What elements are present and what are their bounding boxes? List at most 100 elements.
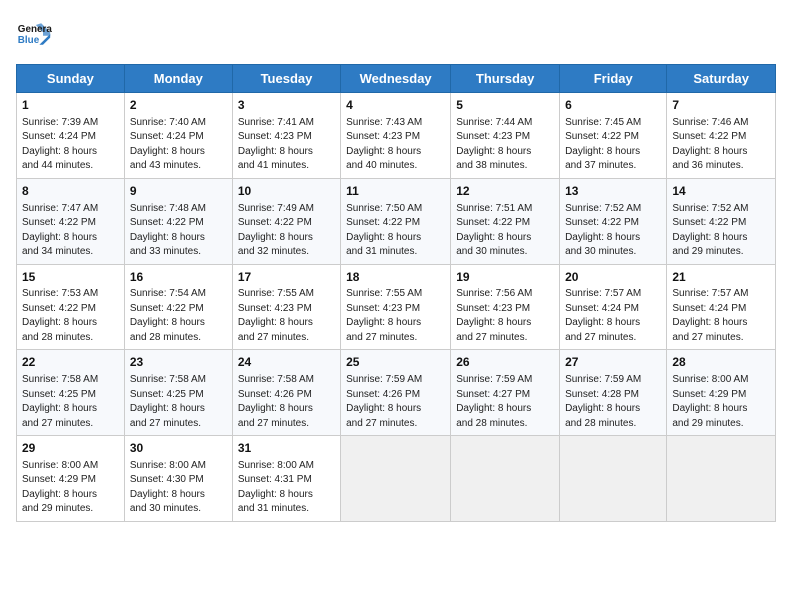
- day-number: 3: [238, 97, 335, 114]
- calendar-day-cell: 23 Sunrise: 7:58 AM Sunset: 4:25 PM Dayli…: [124, 350, 232, 436]
- day-number: 14: [672, 183, 770, 200]
- calendar-day-cell: 9Sunrise: 7:48 AM Sunset: 4:22 PM Daylig…: [124, 178, 232, 264]
- day-number: 18: [346, 269, 445, 286]
- day-number: 26: [456, 354, 554, 371]
- day-number: 23: [130, 354, 227, 371]
- logo-icon: General Blue: [16, 16, 52, 52]
- svg-text:Blue: Blue: [18, 35, 40, 46]
- day-number: 9: [130, 183, 227, 200]
- day-number: 5: [456, 97, 554, 114]
- calendar-day-cell: 5 Sunrise: 7:44 AM Sunset: 4:23 PM Daylig…: [451, 93, 560, 179]
- day-info: Sunrise: 7:52 AM Sunset: 4:22 PM Dayligh…: [672, 202, 770, 260]
- day-number: 12: [456, 183, 554, 200]
- day-number: 6: [565, 97, 661, 114]
- calendar-day-cell: 21Sunrise: 7:57 AM Sunset: 4:24 PM Dayli…: [667, 264, 776, 350]
- calendar-day-cell: 24 Sunrise: 7:58 AM Sunset: 4:26 PM Dayli…: [232, 350, 340, 436]
- day-info: Sunrise: 8:00 AM Sunset: 4:29 PM Dayligh…: [22, 459, 119, 517]
- calendar-day-cell: 2 Sunrise: 7:40 AM Sunset: 4:24 PM Daylig…: [124, 93, 232, 179]
- day-header-saturday: Saturday: [667, 65, 776, 93]
- day-header-sunday: Sunday: [17, 65, 125, 93]
- day-number: 10: [238, 183, 335, 200]
- day-header-friday: Friday: [560, 65, 667, 93]
- day-info: Sunrise: 7:53 AM Sunset: 4:22 PM Dayligh…: [22, 287, 119, 345]
- day-number: 28: [672, 354, 770, 371]
- day-number: 15: [22, 269, 119, 286]
- day-info: Sunrise: 7:59 AM Sunset: 4:26 PM Dayligh…: [346, 373, 445, 431]
- calendar-day-cell: 4 Sunrise: 7:43 AM Sunset: 4:23 PM Daylig…: [341, 93, 451, 179]
- calendar-week-row: 8 Sunrise: 7:47 AM Sunset: 4:22 PM Daylig…: [17, 178, 776, 264]
- day-info: Sunrise: 7:59 AM Sunset: 4:27 PM Dayligh…: [456, 373, 554, 431]
- day-number: 25: [346, 354, 445, 371]
- day-info: Sunrise: 7:55 AM Sunset: 4:23 PM Dayligh…: [346, 287, 445, 345]
- day-info: Sunrise: 7:54 AM Sunset: 4:22 PM Dayligh…: [130, 287, 227, 345]
- day-info: Sunrise: 7:51 AM Sunset: 4:22 PM Dayligh…: [456, 202, 554, 260]
- day-info: Sunrise: 7:58 AM Sunset: 4:25 PM Dayligh…: [22, 373, 119, 431]
- day-info: Sunrise: 7:57 AM Sunset: 4:24 PM Dayligh…: [672, 287, 770, 345]
- day-number: 24: [238, 354, 335, 371]
- calendar-day-cell: 19Sunrise: 7:56 AM Sunset: 4:23 PM Dayli…: [451, 264, 560, 350]
- day-number: 22: [22, 354, 119, 371]
- calendar-day-cell: 8 Sunrise: 7:47 AM Sunset: 4:22 PM Daylig…: [17, 178, 125, 264]
- day-info: Sunrise: 7:58 AM Sunset: 4:26 PM Dayligh…: [238, 373, 335, 431]
- calendar-day-cell: 13Sunrise: 7:52 AM Sunset: 4:22 PM Dayli…: [560, 178, 667, 264]
- calendar-day-cell: [667, 436, 776, 522]
- svg-text:General: General: [18, 24, 52, 35]
- day-header-tuesday: Tuesday: [232, 65, 340, 93]
- calendar-day-cell: [451, 436, 560, 522]
- calendar-day-cell: 27Sunrise: 7:59 AM Sunset: 4:28 PM Dayli…: [560, 350, 667, 436]
- calendar-day-cell: [560, 436, 667, 522]
- day-number: 20: [565, 269, 661, 286]
- calendar-day-cell: 14 Sunrise: 7:52 AM Sunset: 4:22 PM Dayli…: [667, 178, 776, 264]
- day-info: Sunrise: 8:00 AM Sunset: 4:29 PM Dayligh…: [672, 373, 770, 431]
- day-number: 4: [346, 97, 445, 114]
- calendar-day-cell: 1 Sunrise: 7:39 AM Sunset: 4:24 PM Daylig…: [17, 93, 125, 179]
- calendar-day-cell: 6 Sunrise: 7:45 AM Sunset: 4:22 PM Daylig…: [560, 93, 667, 179]
- calendar-day-cell: [341, 436, 451, 522]
- calendar-day-cell: 25 Sunrise: 7:59 AM Sunset: 4:26 PM Dayli…: [341, 350, 451, 436]
- day-info: Sunrise: 7:56 AM Sunset: 4:23 PM Dayligh…: [456, 287, 554, 345]
- day-info: Sunrise: 7:55 AM Sunset: 4:23 PM Dayligh…: [238, 287, 335, 345]
- calendar-table: SundayMondayTuesdayWednesdayThursdayFrid…: [16, 64, 776, 522]
- day-number: 2: [130, 97, 227, 114]
- day-info: Sunrise: 7:50 AM Sunset: 4:22 PM Dayligh…: [346, 202, 445, 260]
- day-info: Sunrise: 7:46 AM Sunset: 4:22 PM Dayligh…: [672, 116, 770, 174]
- calendar-day-cell: 11 Sunrise: 7:50 AM Sunset: 4:22 PM Dayli…: [341, 178, 451, 264]
- day-info: Sunrise: 7:52 AM Sunset: 4:22 PM Dayligh…: [565, 202, 661, 260]
- calendar-day-cell: 10 Sunrise: 7:49 AM Sunset: 4:22 PM Dayli…: [232, 178, 340, 264]
- calendar-day-cell: 22 Sunrise: 7:58 AM Sunset: 4:25 PM Dayli…: [17, 350, 125, 436]
- day-number: 8: [22, 183, 119, 200]
- day-info: Sunrise: 8:00 AM Sunset: 4:30 PM Dayligh…: [130, 459, 227, 517]
- calendar-day-cell: 15Sunrise: 7:53 AM Sunset: 4:22 PM Dayli…: [17, 264, 125, 350]
- day-info: Sunrise: 7:44 AM Sunset: 4:23 PM Dayligh…: [456, 116, 554, 174]
- day-info: Sunrise: 7:39 AM Sunset: 4:24 PM Dayligh…: [22, 116, 119, 174]
- day-number: 29: [22, 440, 119, 457]
- day-header-wednesday: Wednesday: [341, 65, 451, 93]
- calendar-day-cell: 18Sunrise: 7:55 AM Sunset: 4:23 PM Dayli…: [341, 264, 451, 350]
- calendar-day-cell: 3Sunrise: 7:41 AM Sunset: 4:23 PM Daylig…: [232, 93, 340, 179]
- day-number: 7: [672, 97, 770, 114]
- day-number: 1: [22, 97, 119, 114]
- day-number: 31: [238, 440, 335, 457]
- day-number: 11: [346, 183, 445, 200]
- calendar-week-row: 15Sunrise: 7:53 AM Sunset: 4:22 PM Dayli…: [17, 264, 776, 350]
- calendar-day-cell: 31 Sunrise: 8:00 AM Sunset: 4:31 PM Dayli…: [232, 436, 340, 522]
- day-number: 21: [672, 269, 770, 286]
- logo: General Blue: [16, 16, 52, 52]
- day-info: Sunrise: 7:57 AM Sunset: 4:24 PM Dayligh…: [565, 287, 661, 345]
- calendar-day-cell: 16Sunrise: 7:54 AM Sunset: 4:22 PM Dayli…: [124, 264, 232, 350]
- day-info: Sunrise: 7:43 AM Sunset: 4:23 PM Dayligh…: [346, 116, 445, 174]
- day-info: Sunrise: 7:47 AM Sunset: 4:22 PM Dayligh…: [22, 202, 119, 260]
- calendar-day-cell: 26 Sunrise: 7:59 AM Sunset: 4:27 PM Dayli…: [451, 350, 560, 436]
- calendar-header-row: SundayMondayTuesdayWednesdayThursdayFrid…: [17, 65, 776, 93]
- day-info: Sunrise: 7:49 AM Sunset: 4:22 PM Dayligh…: [238, 202, 335, 260]
- day-info: Sunrise: 7:45 AM Sunset: 4:22 PM Dayligh…: [565, 116, 661, 174]
- day-number: 17: [238, 269, 335, 286]
- calendar-week-row: 29 Sunrise: 8:00 AM Sunset: 4:29 PM Dayli…: [17, 436, 776, 522]
- day-info: Sunrise: 7:40 AM Sunset: 4:24 PM Dayligh…: [130, 116, 227, 174]
- day-info: Sunrise: 7:58 AM Sunset: 4:25 PM Dayligh…: [130, 373, 227, 431]
- calendar-day-cell: 12 Sunrise: 7:51 AM Sunset: 4:22 PM Dayli…: [451, 178, 560, 264]
- day-info: Sunrise: 8:00 AM Sunset: 4:31 PM Dayligh…: [238, 459, 335, 517]
- calendar-day-cell: 17Sunrise: 7:55 AM Sunset: 4:23 PM Dayli…: [232, 264, 340, 350]
- day-number: 27: [565, 354, 661, 371]
- calendar-week-row: 1 Sunrise: 7:39 AM Sunset: 4:24 PM Daylig…: [17, 93, 776, 179]
